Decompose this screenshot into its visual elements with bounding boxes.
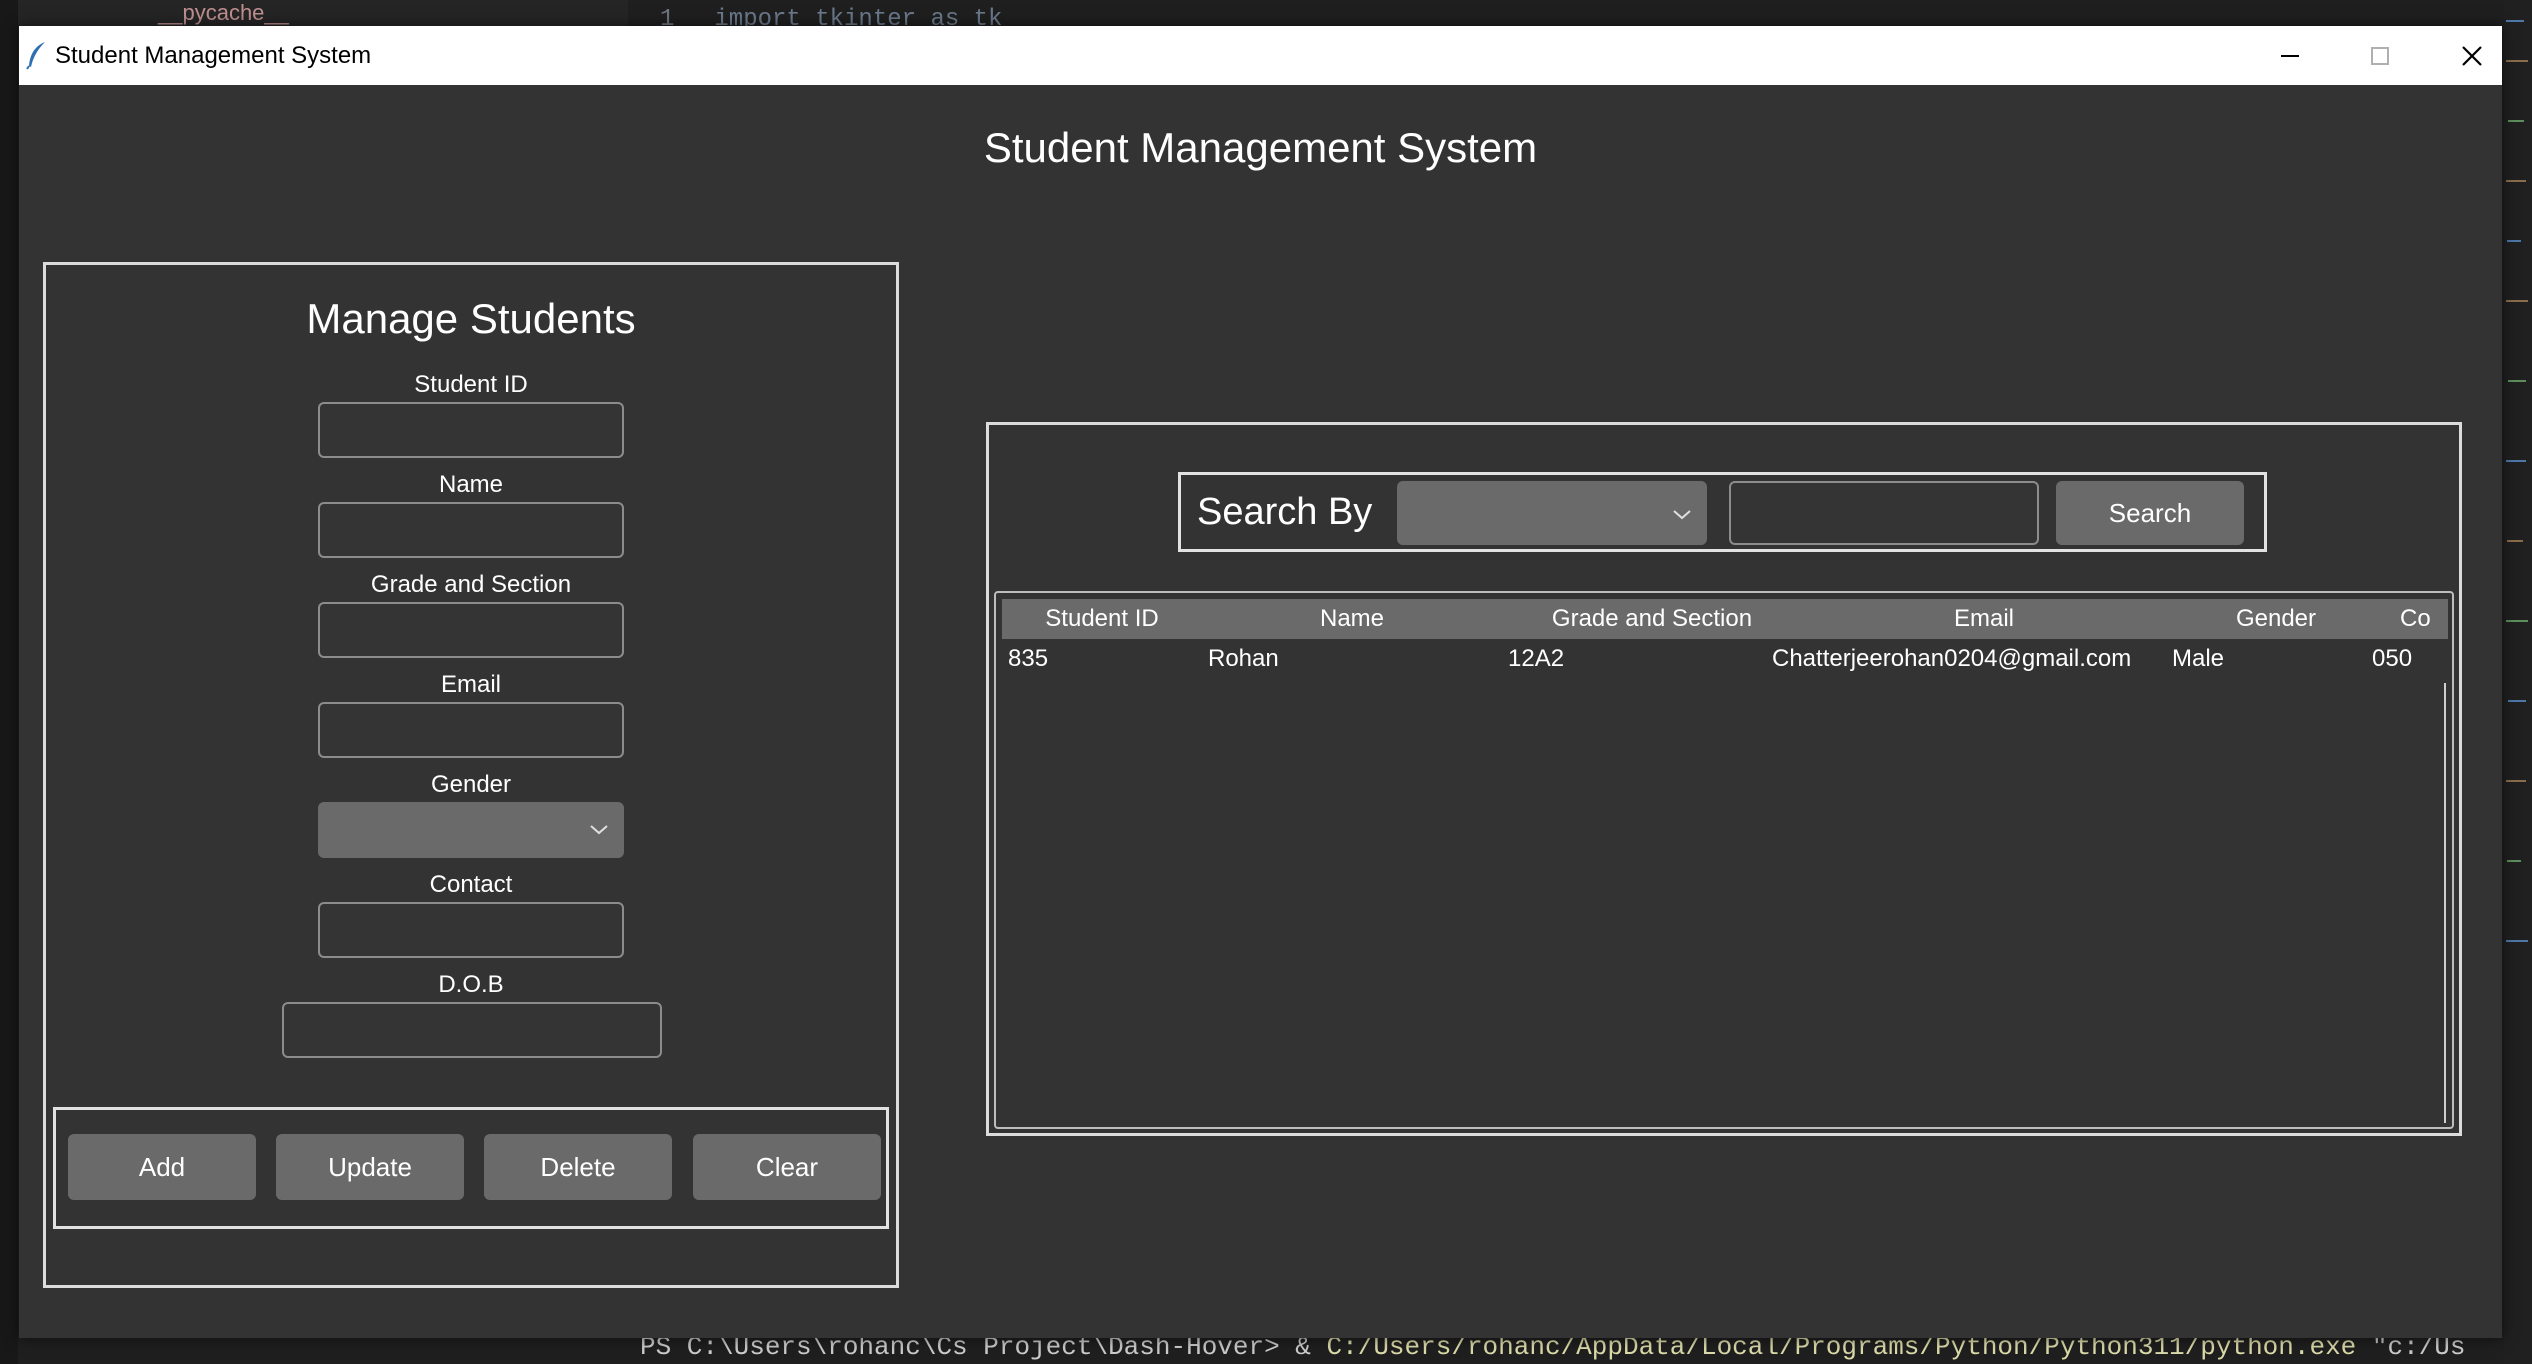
name-input[interactable] xyxy=(318,502,624,558)
maximize-button[interactable] xyxy=(2335,26,2425,85)
dob-input[interactable] xyxy=(282,1002,662,1058)
name-label: Name xyxy=(438,471,504,498)
delete-button[interactable]: Delete xyxy=(484,1134,672,1200)
cell-name: Rohan xyxy=(1208,645,1279,672)
code-text: import tkinter as tk xyxy=(714,6,1003,26)
title-bar[interactable]: Student Management System xyxy=(19,26,2502,85)
student-table: Student ID Name Grade and Section Email … xyxy=(994,591,2454,1129)
email-label: Email xyxy=(440,671,501,698)
cell-email: Chatterjeerohan0204@gmail.com xyxy=(1772,645,2132,672)
explorer-item[interactable]: __pycache__ xyxy=(158,2,289,24)
cell-grade: 12A2 xyxy=(1508,645,1565,672)
dob-label: D.O.B xyxy=(438,971,504,998)
search-input[interactable] xyxy=(1729,481,2039,545)
gender-dropdown[interactable] xyxy=(318,802,624,858)
close-icon xyxy=(2462,45,2482,66)
add-button[interactable]: Add xyxy=(68,1134,256,1200)
close-button[interactable] xyxy=(2427,26,2517,85)
search-button[interactable]: Search xyxy=(2056,481,2244,545)
chevron-down-icon xyxy=(590,825,608,835)
table-divider xyxy=(2444,683,2446,1123)
contact-input[interactable] xyxy=(318,902,624,958)
minimap[interactable] xyxy=(2504,0,2532,1364)
grade-section-input[interactable] xyxy=(318,602,624,658)
activity-bar xyxy=(0,0,18,1364)
records-panel: Search By Search Student ID Name Grade a… xyxy=(986,422,2462,1136)
table-row[interactable]: 835 Rohan 12A2 Chatterjeerohan0204@gmail… xyxy=(1002,593,2448,683)
maximize-icon xyxy=(2371,46,2389,65)
line-number: 1 xyxy=(660,6,675,26)
minimize-button[interactable] xyxy=(2245,26,2335,85)
app-window: Student Management System Student Manage… xyxy=(19,26,2502,1338)
window-title: Student Management System xyxy=(55,42,372,69)
minimize-icon xyxy=(2281,54,2299,57)
code-line: 1 import tkinter as tk xyxy=(660,0,1002,26)
clear-button[interactable]: Clear xyxy=(693,1134,881,1200)
update-button[interactable]: Update xyxy=(276,1134,464,1200)
email-input[interactable] xyxy=(318,702,624,758)
cell-gender: Male xyxy=(2172,645,2225,672)
action-buttons: Add Update Delete Clear xyxy=(53,1107,889,1229)
manage-students-panel: Manage Students Student ID Name Grade an… xyxy=(43,262,899,1288)
panel-title: Manage Students xyxy=(306,295,636,342)
search-by-label: Search By xyxy=(1197,491,1373,533)
grade-section-label: Grade and Section xyxy=(370,571,572,598)
contact-label: Contact xyxy=(429,871,513,898)
search-bar: Search By Search xyxy=(1178,472,2267,552)
gender-label: Gender xyxy=(430,771,512,798)
feather-icon xyxy=(26,42,45,70)
explorer-panel: __pycache__ xyxy=(18,0,628,26)
student-id-input[interactable] xyxy=(318,402,624,458)
student-id-label: Student ID xyxy=(414,371,528,398)
search-by-dropdown[interactable] xyxy=(1397,481,1707,545)
chevron-down-icon xyxy=(1673,510,1691,520)
cell-student-id: 835 xyxy=(1008,645,1049,672)
app-title: Student Management System xyxy=(983,124,1538,171)
cell-contact: 050 xyxy=(2372,645,2413,672)
